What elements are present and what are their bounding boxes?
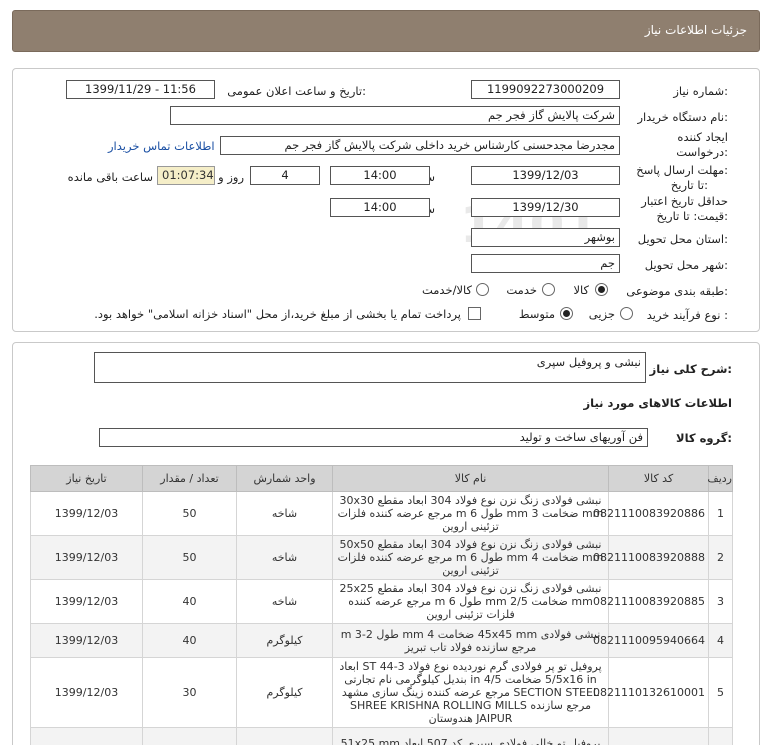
page-title: جزئیات اطلاعات نیاز [644, 23, 747, 37]
table-row: 5 0821110132610001 پروفیل تو پر فولادی گ… [30, 657, 733, 728]
goods-group-label: گروه کالا: [676, 431, 732, 445]
category-option-goods: کالا [573, 283, 589, 297]
need-number-field: 1199092273000209 [471, 80, 620, 99]
send-date-field: 1399/12/03 [471, 166, 620, 185]
purchase-option-medium: متوسط [518, 307, 555, 321]
cell-date: 1399/12/03 [30, 579, 143, 624]
cell-date: 1399/12/03 [30, 491, 143, 536]
cell-qty: 50 [142, 535, 237, 580]
province-field: بوشهر [471, 228, 620, 247]
creator-label-1: ایجاد کننده [677, 130, 728, 144]
city-field: جم [471, 254, 620, 273]
need-description-label: شرح کلی نیاز: [649, 362, 732, 376]
cell-row-number: 1 [708, 491, 733, 536]
cell-row-number: 3 [708, 579, 733, 624]
cell-name: پروفیل تو خالی فولادی سپری کد 507 ابعاد … [332, 727, 609, 745]
table-row: 1 0821110083920886 نبشی فولادی زنگ نزن ن… [30, 491, 733, 536]
category-label: طبقه بندی موضوعی: [626, 284, 728, 298]
table-header-row: ردیف کد کالا نام کالا واحد شمارش تعداد /… [30, 465, 733, 492]
cell-name: نبشی فولادی 45x45 mm ضخامت 4 mm طول 2-3 … [332, 623, 609, 658]
buyer-contact-link[interactable]: اطلاعات تماس خریدار [108, 139, 215, 153]
city-label: شهر محل تحویل: [644, 258, 728, 272]
validity-label-2: قیمت: تا تاریخ: [656, 209, 728, 223]
validity-time-field: 14:00 [330, 198, 430, 217]
cell-code: 0821110095940664 [593, 623, 709, 658]
cell-code: 0821110132610001 [593, 657, 709, 728]
cell-row-number: 5 [708, 657, 733, 728]
send-deadline-label-2: تا تاریخ: [670, 178, 708, 192]
cell-unit [236, 727, 333, 745]
page-header: جزئیات اطلاعات نیاز [12, 10, 760, 52]
treasury-payment-checkbox[interactable] [468, 307, 481, 320]
purchase-radio-minor[interactable] [620, 307, 633, 320]
province-label: استان محل تحویل: [637, 232, 728, 246]
cell-unit: کیلوگرم [236, 657, 333, 728]
cell-code: 0821110083920886 [593, 491, 709, 536]
goods-group-field: فن آوریهای ساخت و تولید [99, 428, 648, 447]
remaining-label: ساعت باقی مانده [67, 170, 153, 184]
cell-qty [142, 727, 237, 745]
days-field: 4 [250, 166, 320, 185]
buyer-label: نام دستگاه خریدار: [637, 110, 728, 124]
creator-field: مجدرضا مجدحسنی کارشناس خرید داخلی شرکت پ… [220, 136, 620, 155]
category-option-goods-service: کالا/خدمت [421, 283, 472, 297]
treasury-payment-note: پرداخت تمام یا بخشی از مبلغ خرید،از محل … [94, 307, 461, 321]
table-row: 2 0821110083920888 نبشی فولادی زنگ نزن ن… [30, 535, 733, 580]
cell-unit: شاخه [236, 579, 333, 624]
cell-date: 1399/12/03 [30, 657, 143, 728]
remaining-timer: 01:07:34 [157, 166, 215, 185]
purchase-option-minor: جزیی [588, 307, 615, 321]
cell-unit: شاخه [236, 491, 333, 536]
table-row: 6 پروفیل تو خالی فولادی سپری کد 507 ابعا… [30, 727, 733, 745]
category-radio-service[interactable] [542, 283, 555, 296]
table-row: 4 0821110095940664 نبشی فولادی 45x45 mm … [30, 623, 733, 658]
days-label: روز و [218, 170, 244, 184]
need-description-field: نبشی و پروفیل سپری [94, 352, 646, 383]
goods-info-title: اطلاعات کالاهای مورد نیاز [583, 396, 732, 410]
purchase-type-label: نوع فرآیند خرید : [646, 308, 728, 322]
cell-code: 0821110083920888 [593, 535, 709, 580]
col-header-qty: تعداد / مقدار [142, 465, 237, 492]
cell-name: نبشی فولادی زنگ نزن نوع فولاد 304 ابعاد … [332, 535, 609, 580]
col-header-unit: واحد شمارش [236, 465, 333, 492]
cell-date: 1399/12/03 [30, 535, 143, 580]
cell-qty: 30 [142, 657, 237, 728]
col-header-code: کد کالا [608, 465, 709, 492]
col-header-name: نام کالا [332, 465, 609, 492]
creator-label-2: درخواست: [676, 145, 728, 159]
col-header-date: تاریخ نیاز [30, 465, 143, 492]
table-row: 3 0821110083920885 نبشی فولادی زنگ نزن ن… [30, 579, 733, 624]
category-radio-goods[interactable] [595, 283, 608, 296]
cell-qty: 40 [142, 623, 237, 658]
cell-row-number: 6 [708, 727, 733, 745]
cell-unit: کیلوگرم [236, 623, 333, 658]
cell-row-number: 4 [708, 623, 733, 658]
cell-qty: 50 [142, 491, 237, 536]
validity-label-1: حداقل تاریخ اعتبار [641, 194, 728, 208]
cell-unit: شاخه [236, 535, 333, 580]
send-deadline-label-1: مهلت ارسال پاسخ: [636, 163, 728, 177]
purchase-radio-medium[interactable] [560, 307, 573, 320]
announce-field: 1399/11/29 - 11:56 [66, 80, 215, 99]
cell-row-number: 2 [708, 535, 733, 580]
cell-code [608, 727, 709, 745]
col-header-row-number: ردیف [707, 465, 733, 492]
send-time-field: 14:00 [330, 166, 430, 185]
validity-date-field: 1399/12/30 [471, 198, 620, 217]
category-radio-goods-service[interactable] [476, 283, 489, 296]
cell-name: پروفیل تو پر فولادی گرم نوردیده نوع فولا… [332, 657, 609, 728]
cell-name: نبشی فولادی زنگ نزن نوع فولاد 304 ابعاد … [332, 491, 609, 536]
cell-date [30, 727, 143, 745]
category-option-service: خدمت [506, 283, 537, 297]
items-table: ردیف کد کالا نام کالا واحد شمارش تعداد /… [30, 465, 733, 745]
cell-qty: 40 [142, 579, 237, 624]
cell-name: نبشی فولادی زنگ نزن نوع فولاد 304 ابعاد … [332, 579, 609, 624]
cell-code: 0821110083920885 [593, 579, 709, 624]
announce-label: تاریخ و ساعت اعلان عمومی: [227, 84, 366, 98]
cell-date: 1399/12/03 [30, 623, 143, 658]
buyer-field: شرکت پالایش گاز فجر جم [170, 106, 620, 125]
need-number-label: شماره نیاز: [673, 84, 728, 98]
